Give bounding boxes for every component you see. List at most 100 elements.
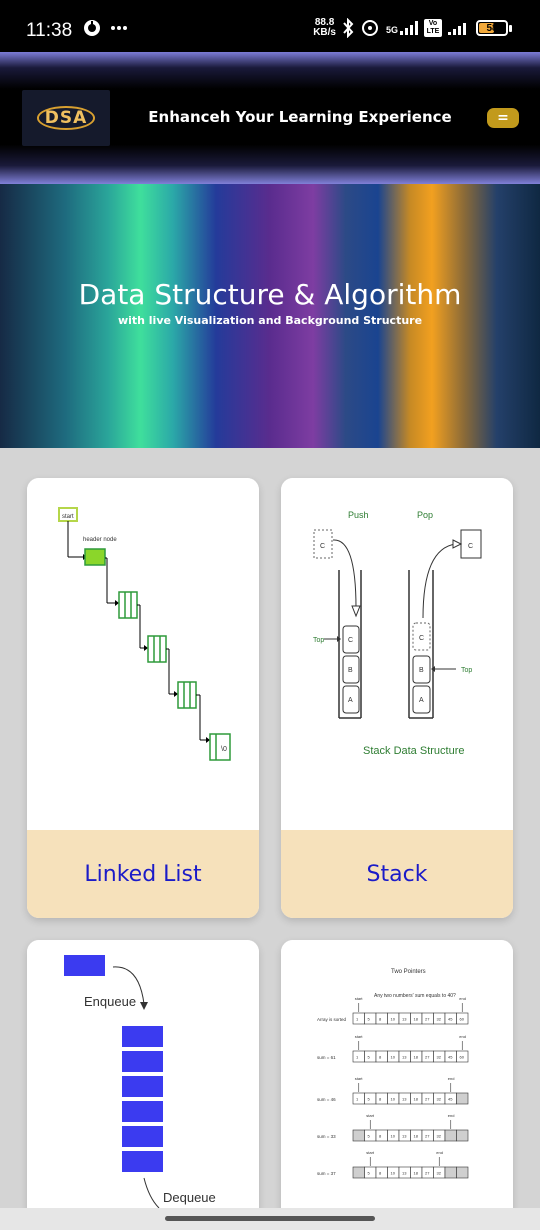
array-cell-value: 27 <box>425 1134 430 1139</box>
net-speed-unit: KB/s <box>313 27 336 38</box>
stack-image: Push Pop C C B A Top C C B A Top Stack D… <box>281 478 513 830</box>
dequeue-label: Dequeue <box>163 1190 216 1205</box>
card-linked-list[interactable]: start header node \0 Linked List <box>27 478 259 918</box>
logo-text: DSA <box>36 106 96 130</box>
array-cell-value: 13 <box>402 1097 407 1102</box>
array-cell <box>456 1092 469 1105</box>
end-pointer-label: end <box>459 996 466 1001</box>
card-two-pointers[interactable]: Two Pointers Any two numbers' sum equals… <box>281 940 513 1230</box>
card-queue[interactable]: Enqueue Dequeue <box>27 940 259 1230</box>
array-row-label: sum = 33 <box>317 1134 336 1139</box>
status-bar: 11:38 88.8 KB/s 5G Vo LTE 58 <box>0 0 540 52</box>
hotspot-icon <box>361 20 378 36</box>
array-row-label: sum = 46 <box>317 1097 336 1102</box>
array-cell <box>352 1166 365 1179</box>
card-stack[interactable]: Push Pop C C B A Top C C B A Top Stack D… <box>281 478 513 918</box>
linked-list-image: start header node \0 <box>27 478 259 830</box>
array-cell <box>352 1092 365 1105</box>
network-type: 5G <box>386 21 418 35</box>
null-label: \0 <box>221 746 227 753</box>
array-cell <box>364 1166 377 1179</box>
array-cell-value: 18 <box>414 1055 419 1060</box>
array-cell-value: 10 <box>391 1055 396 1060</box>
array-cell <box>444 1129 457 1142</box>
svg-text:Top: Top <box>313 637 324 644</box>
svg-text:C: C <box>468 543 473 550</box>
card-linked-list-label: Linked List <box>84 861 202 887</box>
array-cell-value: 10 <box>391 1097 396 1102</box>
array-cell <box>375 1166 388 1179</box>
array-cell <box>375 1012 388 1025</box>
array-cell <box>364 1092 377 1105</box>
array-cell <box>352 1129 365 1142</box>
array-cell <box>375 1050 388 1063</box>
array-cell-value: 13 <box>402 1171 407 1176</box>
svg-text:A: A <box>348 697 353 704</box>
array-cell-value: 45 <box>448 1097 453 1102</box>
hero-subtitle: with live Visualization and Background S… <box>117 314 423 327</box>
array-cell-value: 32 <box>437 1171 442 1176</box>
array-cell-value: 27 <box>425 1097 430 1102</box>
bluetooth-icon <box>343 18 354 38</box>
linked-list-diagram: start header node \0 <box>58 507 231 761</box>
array-cell-value: 32 <box>437 1097 442 1102</box>
status-time: 11:38 <box>26 20 73 41</box>
menu-button[interactable]: = <box>487 108 519 128</box>
card-stack-label-band: Stack <box>281 830 513 918</box>
array-cell-value: 10 <box>391 1017 396 1022</box>
notification-app-icon <box>84 20 100 36</box>
end-pointer-label: end <box>448 1076 455 1081</box>
dsa-logo[interactable]: DSA <box>22 90 110 146</box>
start-pointer-label: start <box>366 1150 375 1155</box>
array-cell <box>444 1166 457 1179</box>
more-notifications-icon <box>111 26 127 30</box>
queue-image: Enqueue Dequeue <box>27 940 259 1230</box>
stack-caption: Stack Data Structure <box>363 745 465 757</box>
svg-text:B: B <box>419 667 424 674</box>
pop-label: Pop <box>417 510 433 520</box>
svg-text:C: C <box>419 635 424 642</box>
array-cell-value: 32 <box>437 1017 442 1022</box>
svg-text:B: B <box>348 667 353 674</box>
start-pointer-label: start <box>355 1034 364 1039</box>
two-pointers-question: Any two numbers' sum equals to 40? <box>374 993 456 999</box>
enqueue-label: Enqueue <box>84 994 136 1009</box>
array-row-label: Array is sorted <box>317 1017 347 1022</box>
two-pointers-image: Two Pointers Any two numbers' sum equals… <box>281 940 513 1230</box>
two-pointers-title: Two Pointers <box>391 969 426 975</box>
start-label: start <box>62 514 74 520</box>
svg-text:A: A <box>419 697 424 704</box>
battery-icon: 58 <box>476 20 508 36</box>
start-pointer-label: start <box>355 996 364 1001</box>
home-indicator[interactable] <box>165 1216 375 1221</box>
network-type-label: 5G <box>385 25 398 35</box>
svg-text:C: C <box>320 543 325 550</box>
end-pointer-label: end <box>448 1113 455 1118</box>
array-cell-value: 60 <box>460 1055 465 1060</box>
array-cell <box>352 1050 365 1063</box>
menu-icon: = <box>497 110 509 126</box>
end-pointer-label: end <box>459 1034 466 1039</box>
array-cell-value: 60 <box>460 1017 465 1022</box>
array-cell-value: 18 <box>414 1134 419 1139</box>
array-cell-value: 45 <box>448 1055 453 1060</box>
array-row-label: sum = 61 <box>317 1055 336 1060</box>
array-cell-value: 18 <box>414 1171 419 1176</box>
queue-diagram: Enqueue Dequeue <box>64 955 216 1209</box>
array-cell-value: 18 <box>414 1017 419 1022</box>
array-cell-value: 32 <box>437 1134 442 1139</box>
hero-banner: Data Structure & Algorithm with live Vis… <box>0 184 540 448</box>
array-cell <box>456 1166 469 1179</box>
two-pointers-diagram: Two Pointers Any two numbers' sum equals… <box>317 969 469 1179</box>
stack-diagram: Push Pop C C B A Top C C B A Top Stack D… <box>313 510 482 757</box>
battery-level: 58 <box>486 22 498 34</box>
end-pointer-label: end <box>436 1150 443 1155</box>
array-cell-value: 27 <box>425 1017 430 1022</box>
array-cell <box>375 1129 388 1142</box>
array-cell <box>375 1092 388 1105</box>
card-stack-label: Stack <box>366 861 428 887</box>
array-cell-value: 10 <box>391 1171 396 1176</box>
array-cell-value: 13 <box>402 1017 407 1022</box>
hero-title: Data Structure & Algorithm <box>78 278 462 311</box>
start-pointer-label: start <box>366 1113 375 1118</box>
